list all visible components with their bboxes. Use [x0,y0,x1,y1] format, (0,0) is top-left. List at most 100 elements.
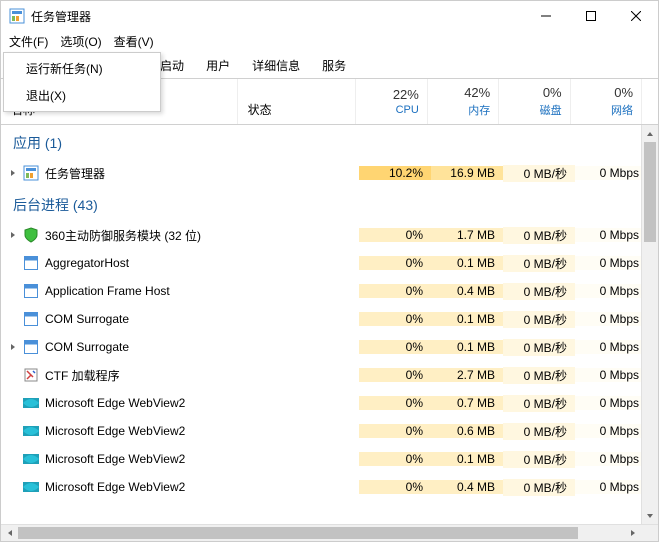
process-row[interactable]: CTF 加载程序 0%2.7 MB0 MB/秒0 Mbps [1,361,658,389]
network-label: 网络 [611,102,633,118]
column-network[interactable]: 0% 网络 [570,79,641,124]
shield-green-icon [23,227,39,243]
process-name: CTF 加载程序 [45,367,120,384]
process-row[interactable]: COM Surrogate0%0.1 MB0 MB/秒0 Mbps [1,333,658,361]
memory-usage: 42% [464,85,490,100]
process-cpu: 0% [359,480,431,494]
scroll-up-button[interactable] [642,125,658,142]
process-network: 0 Mbps [575,256,647,270]
menu-run-new-task[interactable]: 运行新任务(N) [6,55,158,82]
process-row[interactable]: 任务管理器10.2%16.9 MB0 MB/秒0 Mbps [1,159,658,187]
process-disk: 0 MB/秒 [503,255,575,272]
process-name: 任务管理器 [45,165,105,182]
column-cpu[interactable]: 22% CPU [355,79,426,124]
process-memory: 0.1 MB [431,452,503,466]
process-row[interactable]: Microsoft Edge WebView20%0.7 MB0 MB/秒0 M… [1,389,658,417]
scroll-corner [641,525,658,541]
process-disk: 0 MB/秒 [503,395,575,412]
app-generic-icon [23,339,39,355]
close-button[interactable] [613,1,658,31]
process-network: 0 Mbps [575,396,647,410]
process-cpu: 0% [359,368,431,382]
column-memory[interactable]: 42% 内存 [427,79,498,124]
process-network: 0 Mbps [575,480,647,494]
process-cpu: 0% [359,256,431,270]
process-disk: 0 MB/秒 [503,479,575,496]
tab-services[interactable]: 服务 [311,51,357,78]
menu-options[interactable]: 选项(O) [54,31,107,52]
process-network: 0 Mbps [575,340,647,354]
process-network: 0 Mbps [575,368,647,382]
scroll-thumb[interactable] [644,142,656,242]
horizontal-scrollbar[interactable] [1,524,658,541]
maximize-button[interactable] [568,1,613,31]
process-row[interactable]: COM Surrogate0%0.1 MB0 MB/秒0 Mbps [1,305,658,333]
process-memory: 0.4 MB [431,480,503,494]
process-row[interactable]: 360主动防御服务模块 (32 位)0%1.7 MB0 MB/秒0 Mbps [1,221,658,249]
process-name-cell: COM Surrogate [1,311,239,327]
expander-icon[interactable] [7,229,19,241]
process-memory: 1.7 MB [431,228,503,242]
process-name: COM Surrogate [45,340,129,354]
minimize-button[interactable] [523,1,568,31]
scroll-track[interactable] [642,142,658,507]
column-disk[interactable]: 0% 磁盘 [498,79,569,124]
tab-details[interactable]: 详细信息 [241,51,311,78]
table-body: 应用 (1) 任务管理器10.2%16.9 MB0 MB/秒0 Mbps 后台进… [1,125,658,524]
menu-exit[interactable]: 退出(X) [6,82,158,109]
process-name: Microsoft Edge WebView2 [45,424,185,438]
memory-label: 内存 [468,102,490,118]
scroll-right-button[interactable] [624,525,641,541]
group-background[interactable]: 后台进程 (43) [1,187,658,221]
process-cpu: 0% [359,284,431,298]
app-icon [9,8,25,24]
process-name: Application Frame Host [45,284,170,298]
menu-view[interactable]: 查看(V) [108,31,160,52]
process-name-cell: COM Surrogate [1,339,239,355]
hscroll-thumb[interactable] [18,527,578,539]
process-disk: 0 MB/秒 [503,423,575,440]
process-network: 0 Mbps [575,424,647,438]
tab-users[interactable]: 用户 [195,51,241,78]
process-name: Microsoft Edge WebView2 [45,452,185,466]
process-row[interactable]: AggregatorHost0%0.1 MB0 MB/秒0 Mbps [1,249,658,277]
window-title: 任务管理器 [31,8,91,25]
disk-usage: 0% [543,85,562,100]
process-disk: 0 MB/秒 [503,165,575,182]
process-memory: 2.7 MB [431,368,503,382]
process-name-cell: CTF 加载程序 [1,367,239,384]
process-row[interactable]: Microsoft Edge WebView20%0.1 MB0 MB/秒0 M… [1,445,658,473]
group-apps[interactable]: 应用 (1) [1,125,658,159]
process-disk: 0 MB/秒 [503,283,575,300]
column-extra[interactable] [641,79,658,124]
file-menu-dropdown: 运行新任务(N) 退出(X) [3,52,161,112]
edge-icon [23,479,39,495]
process-name-cell: Microsoft Edge WebView2 [1,451,239,467]
process-cpu: 0% [359,228,431,242]
cpu-usage: 22% [393,87,419,102]
process-row[interactable]: Microsoft Edge WebView20%0.6 MB0 MB/秒0 M… [1,417,658,445]
edge-icon [23,451,39,467]
process-name-cell: Microsoft Edge WebView2 [1,479,239,495]
process-name: COM Surrogate [45,312,129,326]
process-row[interactable]: Microsoft Edge WebView2 0%0.4 MB0 MB/秒0 M… [1,473,658,501]
vertical-scrollbar[interactable] [641,125,658,524]
process-name-cell: Microsoft Edge WebView2 [1,423,239,439]
expander-icon[interactable] [7,167,19,179]
process-disk: 0 MB/秒 [503,367,575,384]
expander-icon[interactable] [7,341,19,353]
process-memory: 16.9 MB [431,166,503,180]
disk-label: 磁盘 [540,102,562,118]
hscroll-track[interactable] [18,525,624,541]
cpu-label: CPU [396,104,419,116]
scroll-down-button[interactable] [642,507,658,524]
process-cpu: 0% [359,396,431,410]
scroll-left-button[interactable] [1,525,18,541]
app-generic-icon [23,255,39,271]
taskmgr-icon [23,165,39,181]
column-status[interactable]: 状态 [237,79,356,124]
process-row[interactable]: Application Frame Host0%0.4 MB0 MB/秒0 Mb… [1,277,658,305]
app-generic-icon [23,311,39,327]
menu-file[interactable]: 文件(F) [3,31,54,52]
process-memory: 0.1 MB [431,340,503,354]
